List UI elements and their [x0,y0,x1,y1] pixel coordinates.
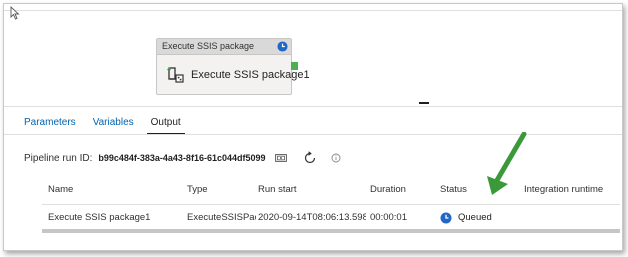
refresh-icon[interactable] [303,151,317,165]
column-header-duration[interactable]: Duration [370,176,436,204]
table-header-row: Name Type Run start Duration Status Inte… [42,176,620,205]
row-status: Queued [440,205,522,231]
status-text: Queued [458,212,492,223]
column-header-integration-runtime[interactable]: Integration runtime [524,176,620,204]
canvas-top-border [4,10,622,11]
pipeline-run-id: b99c484f-383a-4a43-8f16-61c044df5099 [98,153,266,163]
pipeline-run-row: Pipeline run ID: b99c484f-383a-4a43-8f16… [24,150,341,166]
green-arrow-icon [487,132,527,195]
column-header-type[interactable]: Type [187,176,256,204]
activity-type-label: Execute SSIS package [162,41,255,51]
mouse-cursor-icon [10,6,20,20]
activity-output-port[interactable] [291,62,298,70]
pipeline-monitor-window: Execute SSIS package Execute SSIS packag… [3,3,623,251]
ssis-activity-node[interactable]: Execute SSIS package Execute SSIS packag… [156,38,310,95]
copy-icon[interactable] [274,153,287,163]
clock-icon [440,212,452,224]
activity-name: Execute SSIS package1 [191,69,310,81]
table-row[interactable]: Execute SSIS package1 ExecuteSSISPac 202… [42,205,620,231]
panel-divider [4,106,622,107]
output-panel-tabs: Parameters Variables Output [24,113,202,135]
activity-body: Execute SSIS package1 [157,55,310,94]
ssis-package-icon [167,67,184,83]
column-header-run-start[interactable]: Run start [258,176,366,204]
row-type: ExecuteSSISPac [187,212,256,223]
info-icon[interactable] [331,153,341,163]
column-header-name[interactable]: Name [48,176,183,204]
pipeline-run-label: Pipeline run ID: [24,152,93,164]
tab-parameters[interactable]: Parameters [24,113,76,135]
row-name[interactable]: Execute SSIS package1 [48,205,183,231]
horizontal-scrollbar[interactable] [42,229,620,233]
tab-output[interactable]: Output [146,113,185,135]
clock-icon [277,41,288,52]
panel-resize-handle[interactable] [419,102,429,104]
activity-header: Execute SSIS package [157,39,291,55]
row-run-start: 2020-09-14T08:06:13.598 [258,212,366,223]
row-duration: 00:00:01 [370,212,407,223]
activity-runs-table: Name Type Run start Duration Status Inte… [42,176,620,231]
tab-variables[interactable]: Variables [93,113,134,135]
